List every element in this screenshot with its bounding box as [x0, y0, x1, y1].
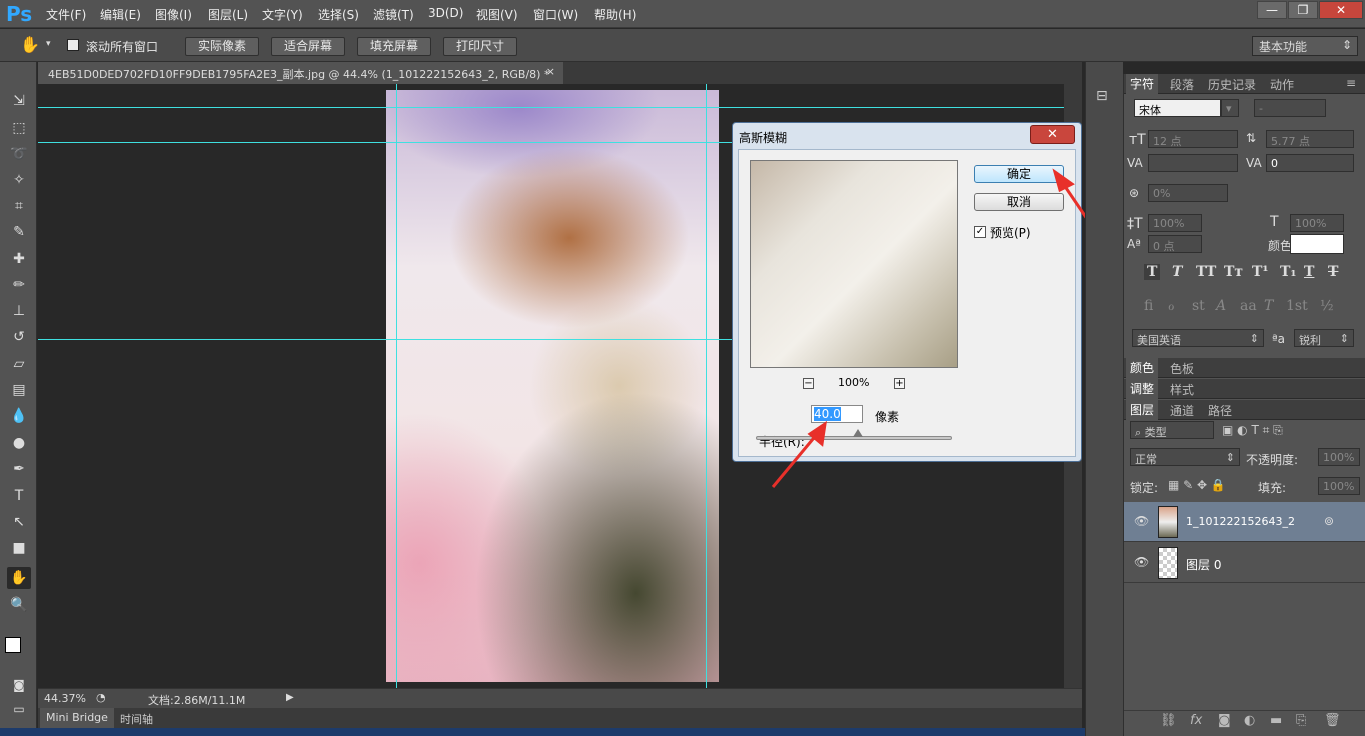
ligature-icon[interactable]: fi [1144, 298, 1153, 314]
leading-icon: ⇅ [1246, 131, 1257, 145]
fraction-icon[interactable]: ½ [1320, 298, 1334, 314]
tab-color[interactable]: 颜色 [1126, 358, 1159, 378]
arrow-head-ok [1052, 168, 1075, 193]
vertical-scale-field[interactable]: 100% [1148, 214, 1202, 232]
strikethrough-icon[interactable]: T [1328, 264, 1338, 280]
superscript-icon[interactable]: T¹ [1252, 264, 1269, 280]
font-size-field[interactable]: 12 点 [1148, 130, 1238, 148]
new-layer-icon[interactable]: ⎘ [1296, 713, 1306, 728]
tab-history[interactable]: 历史记录 [1208, 76, 1256, 93]
horizontal-scale-field[interactable]: 100% [1290, 214, 1344, 232]
tab-layers[interactable]: 图层 [1126, 400, 1159, 420]
updown-icon: ⇕ [1249, 332, 1259, 345]
subscript-icon[interactable]: T₁ [1280, 264, 1297, 280]
tab-paths[interactable]: 路径 [1208, 402, 1232, 419]
antialias-value: 锐利 [1299, 334, 1321, 347]
scale-icon: ⊛ [1129, 186, 1140, 200]
adjustment-layer-icon[interactable]: ◐ [1244, 713, 1255, 728]
layers-footer: ⛓ fx ◙ ◐ ▬ ⎘ 🗑 [1124, 710, 1365, 732]
layer-name[interactable]: 图层 0 [1186, 556, 1221, 573]
opacity-label: 不透明度: [1246, 453, 1299, 467]
layer-thumbnail [1158, 506, 1178, 538]
faux-italic-icon[interactable]: T [1172, 264, 1182, 280]
layer-filter-select[interactable]: ⌕ 类型 [1130, 421, 1214, 439]
lock-icons[interactable]: ▦ ✎ ✥ 🔒 [1168, 478, 1226, 492]
adjust-panel-tabs: 调整 样式 [1124, 379, 1365, 399]
baseline-field[interactable]: 0 点 [1148, 235, 1202, 253]
folder-icon[interactable]: ▬ [1270, 713, 1282, 728]
opacity-field[interactable]: 100% [1318, 448, 1360, 466]
layer-filter-icons[interactable]: ▣ ◐ T ⌗ ⎘ [1222, 423, 1283, 438]
layer-row[interactable]: 👁 图层 0 [1124, 543, 1365, 583]
layer-filter-value: 类型 [1144, 426, 1167, 439]
underline-icon[interactable]: T [1304, 264, 1314, 280]
text-color-swatch[interactable] [1290, 234, 1344, 254]
right-panel: 字符 段落 历史记录 动作 ≡ 宋体 ▾ - ᴛT 12 点 ⇅ 5.77 点 … [1123, 74, 1365, 736]
language-select[interactable]: 美国英语 ⇕ [1132, 329, 1264, 347]
visibility-eye-icon[interactable]: 👁 [1134, 514, 1149, 528]
layer-row[interactable]: 👁 1_101222152643_2 ⊚ [1124, 502, 1365, 542]
swash-icon[interactable]: A [1216, 298, 1226, 314]
tracking-field[interactable]: 0 [1266, 154, 1354, 172]
blend-mode-select[interactable]: 正常 ⇕ [1130, 448, 1240, 466]
kerning-icon: VA [1127, 156, 1143, 170]
trash-icon[interactable]: 🗑 [1324, 713, 1341, 728]
opentype-buttons: fi ℴ st A aa T 1st ½ [1134, 298, 1359, 320]
layer-thumbnail [1158, 547, 1178, 579]
tab-adjustments[interactable]: 调整 [1126, 379, 1159, 399]
tab-paragraph[interactable]: 段落 [1170, 76, 1194, 93]
fill-label: 填充: [1258, 481, 1287, 495]
baseline-icon: Aª [1127, 237, 1141, 251]
scale-field[interactable]: 0% [1148, 184, 1228, 202]
leading-field[interactable]: 5.77 点 [1266, 130, 1354, 148]
fill-field[interactable]: 100% [1318, 477, 1360, 495]
alt-ligature-icon[interactable]: ℴ [1168, 298, 1174, 314]
mask-icon[interactable]: ◙ [1218, 713, 1231, 728]
font-style-field[interactable]: - [1254, 99, 1326, 117]
collapsed-panel-strip: ⊟ [1085, 62, 1123, 736]
vertical-scale-icon: ‡T [1127, 216, 1143, 232]
lock-label: 锁定: [1130, 481, 1159, 495]
tab-styles[interactable]: 样式 [1170, 381, 1194, 398]
titling-icon[interactable]: T [1264, 298, 1273, 314]
updown-icon: ⇕ [1225, 451, 1235, 464]
tab-channels[interactable]: 通道 [1170, 402, 1194, 419]
link-layers-icon[interactable]: ⛓ [1160, 713, 1177, 728]
layer-name[interactable]: 1_101222152643_2 [1186, 515, 1295, 528]
smart-object-icon: ⊚ [1324, 514, 1335, 528]
panel-icon[interactable]: ⊟ [1096, 88, 1108, 104]
panel-menu-icon[interactable]: ≡ [1346, 76, 1356, 90]
blend-mode-value: 正常 [1135, 453, 1157, 466]
layers-panel-tabs: 图层 通道 路径 [1124, 400, 1365, 420]
kerning-field[interactable] [1148, 154, 1238, 172]
antialias-icon: ªa [1272, 332, 1286, 346]
small-caps-icon[interactable]: Tт [1224, 264, 1243, 280]
font-size-icon: ᴛT [1129, 132, 1146, 148]
ordinal-icon[interactable]: 1st [1286, 298, 1308, 314]
faux-bold-icon[interactable]: T [1144, 264, 1161, 280]
text-style-buttons: T T TT Tт T¹ T₁ T T [1134, 264, 1359, 286]
tab-character[interactable]: 字符 [1126, 74, 1159, 94]
font-family-dropdown[interactable]: ▾ [1221, 99, 1239, 117]
discretionary-icon[interactable]: st [1192, 298, 1205, 314]
visibility-eye-icon[interactable]: 👁 [1134, 555, 1149, 569]
tracking-icon: VA [1246, 156, 1262, 170]
arrow-to-radius [771, 432, 820, 488]
horizontal-scale-icon: T [1270, 214, 1279, 230]
all-caps-icon[interactable]: TT [1196, 264, 1216, 280]
character-panel-tabs: 字符 段落 历史记录 动作 ≡ [1124, 74, 1365, 94]
antialias-select[interactable]: 锐利 ⇕ [1294, 329, 1354, 347]
fx-icon[interactable]: fx [1190, 713, 1202, 728]
language-value: 美国英语 [1137, 334, 1181, 347]
tab-swatches[interactable]: 色板 [1170, 360, 1194, 377]
updown-icon: ⇕ [1339, 332, 1349, 345]
tab-actions[interactable]: 动作 [1270, 76, 1294, 93]
font-family-field[interactable]: 宋体 [1134, 99, 1221, 117]
color-panel-tabs: 颜色 色板 [1124, 358, 1365, 378]
stylistic-icon[interactable]: aa [1240, 298, 1257, 314]
